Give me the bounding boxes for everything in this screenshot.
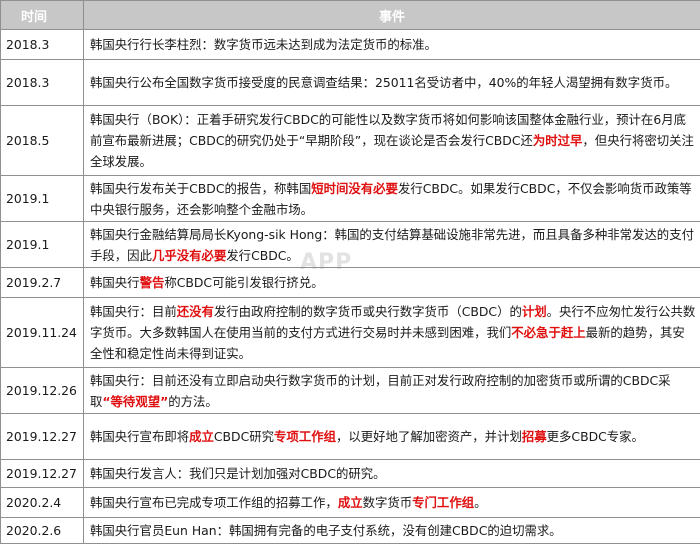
highlight-text: “等待观望”: [102, 394, 168, 409]
row-event: 韩国央行发布关于CBDC的报告，称韩国短时间没有必要发行CBDC。如果发行CBD…: [84, 176, 700, 222]
table-row: 2019.12.27 韩国央行发言人：我们只是计划加强对CBDC的研究。: [1, 460, 700, 488]
row-date: 2020.2.6: [1, 518, 84, 544]
event-text: 韩国央行公布全国数字货币接受度的民意调查结果：25011名受访者中，40%的年轻…: [90, 75, 677, 90]
highlight-text: 为时过早: [533, 133, 583, 148]
event-text: 韩国央行发布关于CBDC的报告，称韩国: [90, 181, 311, 196]
row-event: 韩国央行金融结算局局长Kyong-sik Hong：韩国的支付结算基础设施非常先…: [84, 222, 700, 268]
table-row: 2018.5韩国央行（BOK）：正着手研究发行CBDC的可能性以及数字货币将如何…: [1, 106, 700, 176]
table-row: 2019.1韩国央行发布关于CBDC的报告，称韩国短时间没有必要发行CBDC。如…: [1, 176, 700, 222]
row-event: 韩国央行公布全国数字货币接受度的民意调查结果：25011名受访者中，40%的年轻…: [84, 60, 700, 106]
event-text: CBDC研究: [214, 429, 274, 444]
row-date: 2019.2.7: [1, 268, 84, 298]
table-row: 2019.1韩国央行金融结算局局长Kyong-sik Hong：韩国的支付结算基…: [1, 222, 700, 268]
event-text: 韩国央行发言人：我们只是计划加强对CBDC的研究。: [90, 466, 386, 481]
row-date: 2019.1: [1, 222, 84, 268]
highlight-text: 几乎没有必要: [152, 248, 226, 263]
table-row: 2018.3 韩国央行公布全国数字货币接受度的民意调查结果：25011名受访者中，…: [1, 60, 700, 106]
header-event: 事件: [84, 1, 700, 30]
row-event: 韩国央行发言人：我们只是计划加强对CBDC的研究。: [84, 460, 700, 488]
row-date: 2018.5: [1, 106, 84, 176]
highlight-text: 计划: [522, 304, 547, 319]
row-date: 2020.2.4: [1, 488, 84, 518]
highlight-text: 成立: [338, 495, 363, 510]
cbdc-timeline-table: 时间 事件 2018.3 韩国央行行长李柱烈：数字货币远未达到成为法定货币的标准。…: [0, 0, 700, 544]
highlight-text: 警告: [140, 275, 165, 290]
row-event: 韩国央行宣布已完成专项工作组的招募工作，成立数字货币专门工作组。: [84, 488, 700, 518]
row-date: 2018.3: [1, 30, 84, 60]
event-text: 韩国央行: [90, 275, 140, 290]
event-text: 。: [474, 495, 486, 510]
table-row: 2019.12.26韩国央行：目前还没有立即启动央行数字货币的计划，目前正对发行…: [1, 368, 700, 414]
table-row: 2019.12.27韩国央行宣布即将成立CBDC研究专项工作组，以更好地了解加密…: [1, 414, 700, 460]
row-event: 韩国央行行长李柱烈：数字货币远未达到成为法定货币的标准。: [84, 30, 700, 60]
table-row: 2018.3 韩国央行行长李柱烈：数字货币远未达到成为法定货币的标准。: [1, 30, 700, 60]
table-body: 2018.3韩国央行行长李柱烈：数字货币远未达到成为法定货币的标准。2018.3…: [1, 30, 700, 544]
table-row: 2019.11.24韩国央行：目前还没有发行由政府控制的数字货币或央行数字货币（…: [1, 298, 700, 368]
event-text: 数字货币: [363, 495, 413, 510]
event-text: 韩国央行行长李柱烈：数字货币远未达到成为法定货币的标准。: [90, 37, 437, 52]
row-event: 韩国央行警告称CBDC可能引发银行挤兑。: [84, 268, 700, 298]
table-row: 2019.2.7韩国央行警告称CBDC可能引发银行挤兑。: [1, 268, 700, 298]
event-text: ，以更好地了解加密资产，并计划: [336, 429, 522, 444]
highlight-text: 还没有: [177, 304, 214, 319]
row-date: 2019.1: [1, 176, 84, 222]
event-text: 的方法。: [168, 394, 218, 409]
table-row: 2020.2.4韩国央行宣布已完成专项工作组的招募工作，成立数字货币专门工作组。: [1, 488, 700, 518]
header-date: 时间: [1, 1, 84, 30]
event-text: 韩国央行宣布即将: [90, 429, 189, 444]
highlight-text: 招募: [522, 429, 547, 444]
event-text: 发行CBDC。: [226, 248, 299, 263]
table-row: 2020.2.6 韩国央行官员Eun Han：韩国拥有完备的电子支付系统，没有创建…: [1, 518, 700, 544]
row-event: 韩国央行：目前还没有发行由政府控制的数字货币或央行数字货币（CBDC）的计划。央…: [84, 298, 700, 368]
highlight-text: 短时间没有必要: [311, 181, 398, 196]
highlight-text: 不必急于赶上: [511, 325, 585, 340]
table-header-row: 时间 事件: [1, 1, 700, 30]
row-date: 2018.3: [1, 60, 84, 106]
event-text: 发行由政府控制的数字货币或央行数字货币（CBDC）的: [214, 304, 522, 319]
row-event: 韩国央行：目前还没有立即启动央行数字货币的计划，目前正对发行政府控制的加密货币或…: [84, 368, 700, 414]
row-date: 2019.11.24: [1, 298, 84, 368]
event-text: 称CBDC可能引发银行挤兑。: [164, 275, 323, 290]
row-date: 2019.12.27: [1, 460, 84, 488]
event-text: 韩国央行：目前: [90, 304, 177, 319]
row-event: 韩国央行（BOK）：正着手研究发行CBDC的可能性以及数字货币将如何影响该国整体…: [84, 106, 700, 176]
row-event: 韩国央行宣布即将成立CBDC研究专项工作组，以更好地了解加密资产，并计划招募更多…: [84, 414, 700, 460]
highlight-text: 专门工作组: [412, 495, 474, 510]
row-date: 2019.12.26: [1, 368, 84, 414]
event-text: 更多CBDC专家。: [547, 429, 644, 444]
highlight-text: 专项工作组: [274, 429, 336, 444]
event-text: 韩国央行官员Eun Han：韩国拥有完备的电子支付系统，没有创建CBDC的迫切需…: [90, 523, 562, 538]
highlight-text: 成立: [189, 429, 214, 444]
event-text: 韩国央行宣布已完成专项工作组的招募工作，: [90, 495, 338, 510]
row-event: 韩国央行官员Eun Han：韩国拥有完备的电子支付系统，没有创建CBDC的迫切需…: [84, 518, 700, 544]
row-date: 2019.12.27: [1, 414, 84, 460]
